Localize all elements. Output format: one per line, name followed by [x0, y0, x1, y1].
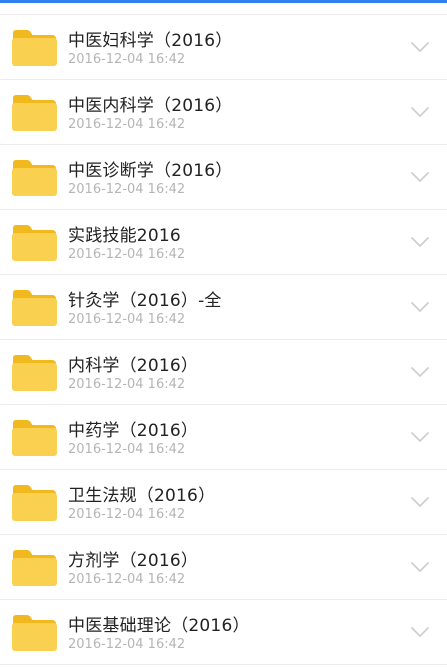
- folder-date: 2016-12-04 16:42: [68, 377, 186, 392]
- folder-name: 中医妇科学（2016）: [68, 31, 233, 51]
- folder-icon: [12, 550, 57, 586]
- folder-date: 2016-12-04 16:42: [68, 117, 186, 132]
- folder-icon: [12, 95, 57, 131]
- folder-date: 2016-12-04 16:42: [68, 507, 186, 522]
- folder-icon: [12, 290, 57, 326]
- folder-name: 卫生法规（2016）: [68, 486, 216, 506]
- folder-name: 中药学（2016）: [68, 421, 199, 441]
- folder-date: 2016-12-04 16:42: [68, 247, 186, 262]
- folder-row-10[interactable]: 中医基础理论（2016） 2016-12-04 16:42: [0, 600, 447, 665]
- chevron-down-icon[interactable]: [410, 431, 430, 443]
- folder-date: 2016-12-04 16:42: [68, 182, 186, 197]
- folder-icon: [12, 225, 57, 261]
- chevron-down-icon[interactable]: [410, 171, 430, 183]
- folder-row-7[interactable]: 中药学（2016） 2016-12-04 16:42: [0, 405, 447, 470]
- folder-date: 2016-12-04 16:42: [68, 637, 186, 652]
- folder-row-4[interactable]: 实践技能2016 2016-12-04 16:42: [0, 210, 447, 275]
- folder-row-6[interactable]: 内科学（2016） 2016-12-04 16:42: [0, 340, 447, 405]
- folder-row-9[interactable]: 方剂学（2016） 2016-12-04 16:42: [0, 535, 447, 600]
- chevron-down-icon[interactable]: [410, 366, 430, 378]
- folder-row-8[interactable]: 卫生法规（2016） 2016-12-04 16:42: [0, 470, 447, 535]
- folder-row-2[interactable]: 中医内科学（2016） 2016-12-04 16:42: [0, 80, 447, 145]
- chevron-down-icon[interactable]: [410, 561, 430, 573]
- chevron-down-icon[interactable]: [410, 236, 430, 248]
- folder-icon: [12, 485, 57, 521]
- folder-icon: [12, 615, 57, 651]
- folder-name: 方剂学（2016）: [68, 551, 199, 571]
- folder-name: 实践技能2016: [68, 226, 181, 246]
- folder-list: 中医妇科学（2016） 2016-12-04 16:42 中医内科学（2016）…: [0, 15, 447, 665]
- folder-name: 针灸学（2016）-全: [68, 291, 222, 311]
- folder-date: 2016-12-04 16:42: [68, 442, 186, 457]
- folder-row-3[interactable]: 中医诊断学（2016） 2016-12-04 16:42: [0, 145, 447, 210]
- chevron-down-icon[interactable]: [410, 41, 430, 53]
- folder-name: 内科学（2016）: [68, 356, 199, 376]
- chevron-down-icon[interactable]: [410, 106, 430, 118]
- folder-row-1[interactable]: 中医妇科学（2016） 2016-12-04 16:42: [0, 15, 447, 80]
- folder-icon: [12, 420, 57, 456]
- folder-name: 中医基础理论（2016）: [68, 616, 250, 636]
- chevron-down-icon[interactable]: [410, 496, 430, 508]
- folder-name: 中医诊断学（2016）: [68, 161, 233, 181]
- folder-icon: [12, 30, 57, 66]
- folder-date: 2016-12-04 16:42: [68, 52, 186, 67]
- list-header-gap: [0, 3, 447, 15]
- folder-name: 中医内科学（2016）: [68, 96, 233, 116]
- chevron-down-icon[interactable]: [410, 626, 430, 638]
- chevron-down-icon[interactable]: [410, 301, 430, 313]
- folder-date: 2016-12-04 16:42: [68, 312, 186, 327]
- folder-icon: [12, 355, 57, 391]
- folder-row-5[interactable]: 针灸学（2016）-全 2016-12-04 16:42: [0, 275, 447, 340]
- folder-date: 2016-12-04 16:42: [68, 572, 186, 587]
- folder-icon: [12, 160, 57, 196]
